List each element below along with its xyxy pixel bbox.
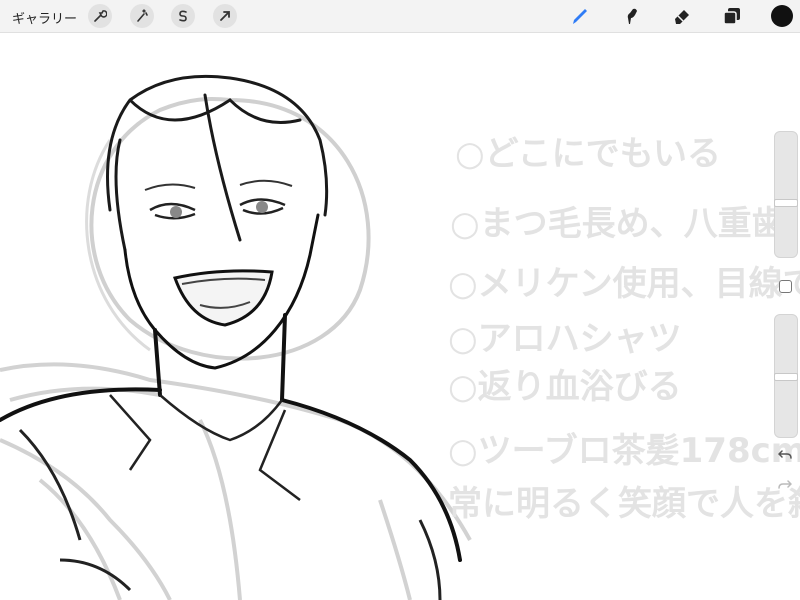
construction-circle-2 <box>85 139 151 352</box>
brows <box>144 179 293 191</box>
arrow-cursor-icon <box>220 11 230 21</box>
hair-outline <box>106 74 329 252</box>
gallery-button[interactable]: ギャラリー <box>12 8 77 27</box>
layers-icon <box>723 8 740 25</box>
color-picker[interactable] <box>771 5 793 27</box>
actions-button[interactable] <box>88 4 112 28</box>
undo-icon <box>778 450 792 459</box>
redo-button[interactable] <box>776 476 794 494</box>
drawing-canvas[interactable]: ○どこにでもいる ○まつ毛長め、八重歯、喜怒 ○メリケン使用、目線で殺 ○アロハ… <box>0 33 800 600</box>
note-line-3: ○メリケン使用、目線で殺 <box>448 264 800 304</box>
undo-button[interactable] <box>776 446 794 464</box>
note-line-5: ○返り血浴びる <box>448 367 682 407</box>
collar <box>109 394 301 501</box>
brush-icon <box>573 9 587 24</box>
opacity-slider[interactable] <box>774 314 798 438</box>
note-line-7: 常に明るく笑顔で人を殺す <box>448 484 800 524</box>
modify-button[interactable] <box>779 280 792 293</box>
side-toolbar <box>770 126 800 506</box>
brush-tool[interactable] <box>569 5 591 27</box>
selection-button[interactable] <box>171 4 195 28</box>
top-toolbar: ギャラリー <box>0 0 800 33</box>
layers-tool[interactable] <box>721 5 743 27</box>
eraser-tool[interactable] <box>671 5 693 27</box>
note-line-6: ○ツーブロ茶髪178cm石ゴ <box>448 431 800 471</box>
brush-size-slider[interactable] <box>774 131 798 258</box>
note-line-1: ○どこにでもいる <box>455 134 721 174</box>
selection-s-icon <box>179 10 187 22</box>
opacity-thumb[interactable] <box>774 373 798 381</box>
note-line-2: ○まつ毛長め、八重歯、喜怒 <box>450 204 800 244</box>
adjustments-button[interactable] <box>130 4 154 28</box>
body-sketch-light <box>0 362 472 600</box>
smudge-tool[interactable] <box>620 5 642 27</box>
redo-icon <box>778 480 792 489</box>
smudge-icon <box>627 8 637 24</box>
eraser-icon <box>675 10 689 24</box>
note-line-4: ○アロハシャツ <box>448 319 682 359</box>
brush-size-thumb[interactable] <box>774 199 798 207</box>
magic-wand-icon <box>137 9 148 22</box>
transform-button[interactable] <box>213 4 237 28</box>
wrench-icon <box>94 10 107 22</box>
